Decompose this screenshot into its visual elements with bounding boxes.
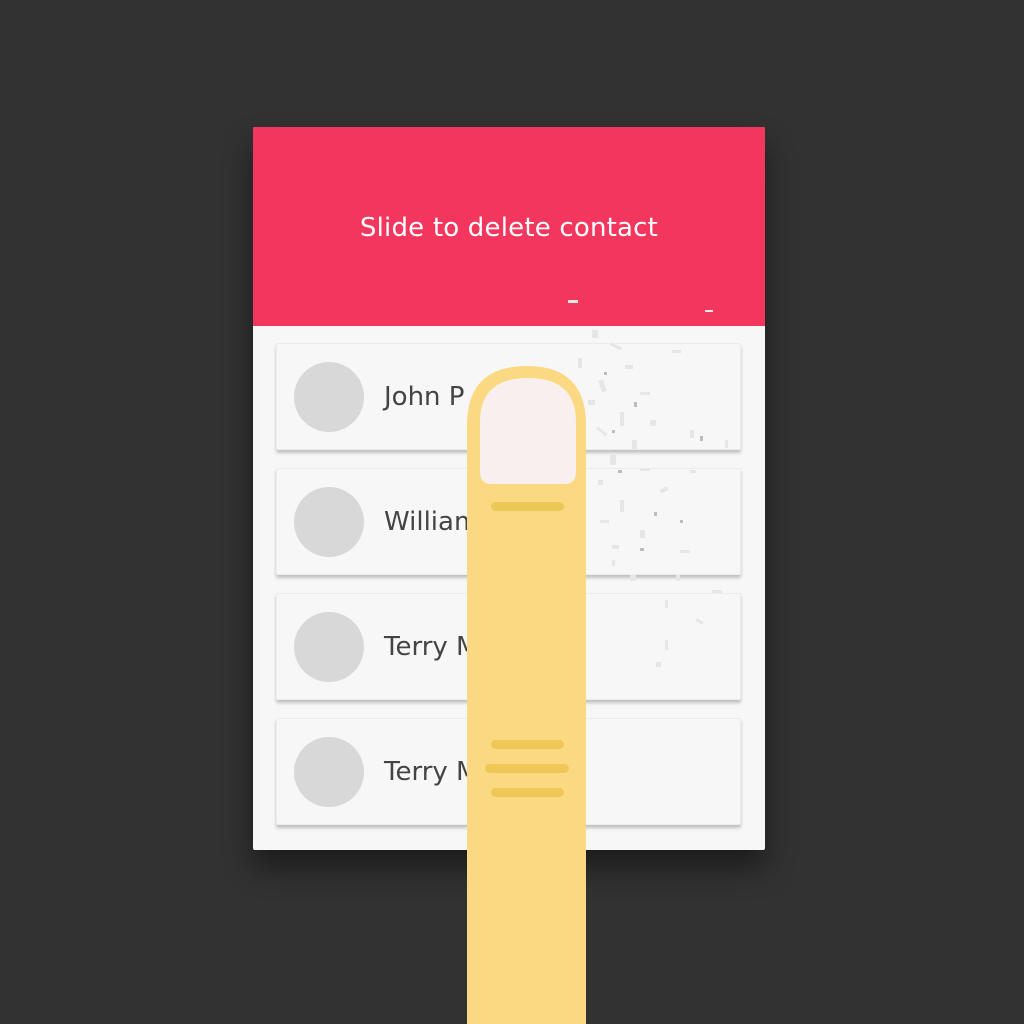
scene: Slide to delete contact John P William T… bbox=[0, 0, 1024, 1024]
pointing-finger-icon bbox=[467, 366, 586, 1024]
